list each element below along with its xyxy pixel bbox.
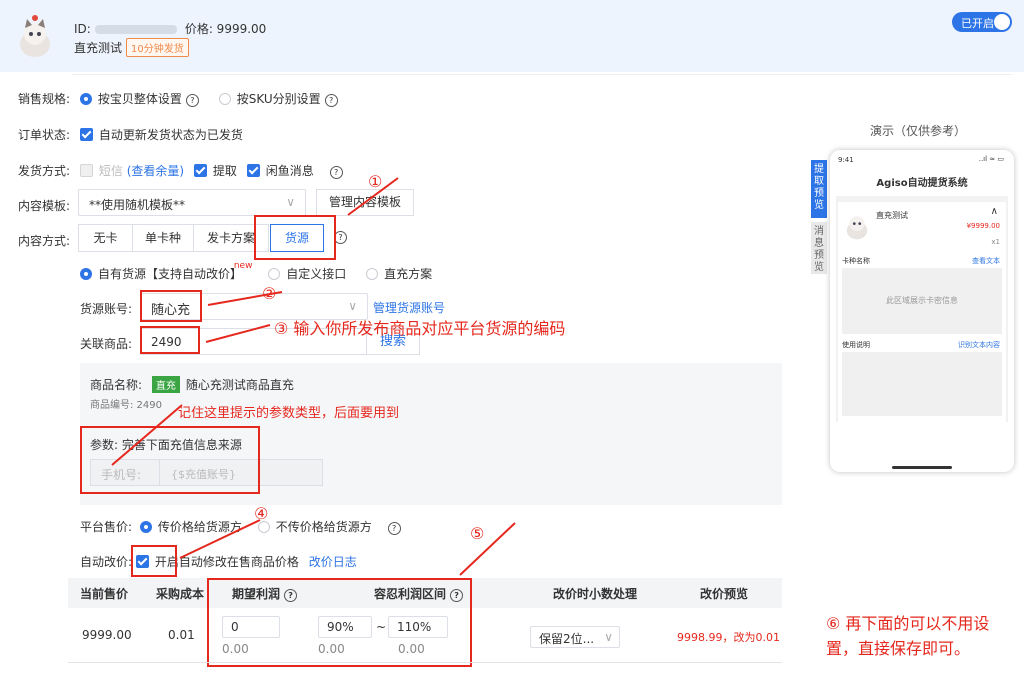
auto-price-row: 自动改价: 开启自动修改在售商品价格 改价日志 (80, 555, 357, 569)
annotation-5: ⑤ (470, 524, 485, 543)
chevron-up-icon[interactable]: ∧ (991, 206, 998, 217)
cat-avatar-icon (846, 216, 868, 240)
direct-tag: 直充 (151, 376, 180, 393)
help-icon[interactable]: ? (185, 94, 199, 107)
annotation-1: ① (368, 172, 383, 191)
enable-toggle[interactable]: 已开启 (952, 12, 1012, 32)
goods-no: 商品编号: 2490 (90, 400, 162, 411)
ship-time-badge: 10分钟发货 (126, 38, 189, 57)
usage-area (842, 352, 1002, 416)
row-divider (68, 662, 782, 663)
tab-no-card[interactable]: 无卡 (78, 224, 133, 252)
check-balance-link[interactable]: (查看余量) (127, 164, 184, 178)
home-indicator (892, 466, 952, 469)
tab-single-card[interactable]: 单卡种 (132, 224, 194, 252)
phone-preview: 9:41 ..ıl ≈ ▭ Agiso自动提货系统 直充测试 ∧ ¥9999.0… (830, 150, 1014, 472)
price-log-link[interactable]: 改价日志 (309, 555, 357, 569)
chevron-down-icon: ∨ (348, 299, 357, 313)
source-type-row: 自有货源【支持自动改价】 new 自定义接口 直充方案 (80, 261, 432, 282)
xianyu-checkbox[interactable]: 闲鱼消息 (246, 164, 314, 178)
help-icon[interactable]: ? (329, 166, 343, 179)
annotation-3: ③ 输入你所发布商品对应平台货源的编码 (274, 319, 566, 338)
cell-cost: 0.01 (168, 628, 195, 642)
annotation-4: ④ (254, 504, 269, 523)
highlight-box-2 (140, 290, 202, 322)
highlight-box-params (80, 426, 260, 494)
tab-message-preview[interactable]: 消息预览 (811, 222, 827, 274)
own-source-radio[interactable]: 自有货源【支持自动改价】 (80, 267, 242, 281)
help-icon[interactable]: ? (324, 94, 338, 107)
annotation-remember: 记住这里提示的参数类型，后面要用到 (178, 406, 400, 421)
decimal-select[interactable]: 保留2位... ∨ (530, 626, 620, 648)
cell-preview: 9998.99，改为0.01 (677, 631, 780, 644)
template-select[interactable]: **使用随机模板** ∨ (78, 189, 306, 216)
app-title: Agiso自动提货系统 (876, 178, 968, 189)
ship-method-row: 发货方式: 短信 (查看余量) 提取 闲鱼消息 ? (18, 162, 343, 179)
manage-account-link[interactable]: 管理货源账号 (373, 299, 445, 316)
platform-price-row: 平台售价: 传价格给货源方 不传价格给货源方 ? (80, 518, 401, 535)
annotation-2: ② (262, 284, 277, 303)
direct-plan-radio[interactable]: 直充方案 (366, 267, 432, 281)
annotation-6: ⑥ 再下面的可以不用设 置，直接保存即可。 (826, 614, 990, 658)
chevron-down-icon: ∨ (604, 630, 613, 644)
highlight-box-5 (207, 578, 472, 667)
account-label: 货源账号: (80, 302, 133, 316)
status-icons: ..ıl ≈ ▭ (978, 155, 1004, 163)
preview-card: 直充测试 ∧ ¥9999.00 x1 卡种名称 查看文本 此区域展示卡密信息 使… (838, 202, 1006, 422)
help-icon[interactable]: ? (387, 522, 401, 535)
new-badge: new (233, 261, 253, 271)
highlight-box-1 (254, 215, 336, 260)
auto-update-checkbox[interactable]: 自动更新发货状态为已发货 (79, 128, 243, 142)
th-preview: 改价预览 (700, 587, 749, 601)
card-info-area: 此区域展示卡密信息 (842, 268, 1002, 334)
custom-api-radio[interactable]: 自定义接口 (268, 267, 346, 281)
sale-spec-row: 销售规格: 按宝贝整体设置? 按SKU分别设置? (18, 90, 338, 107)
product-name: 直充测试 10分钟发货 (74, 38, 189, 57)
cat-avatar-icon (20, 15, 50, 57)
manage-template-button[interactable]: 管理内容模板 (316, 189, 414, 216)
order-status-row: 订单状态: 自动更新发货状态为已发货 (18, 128, 243, 142)
th-cost: 采购成本 (156, 587, 205, 601)
sms-checkbox[interactable]: 短信 (79, 164, 123, 178)
pass-price-radio[interactable]: 传价格给货源方 (139, 520, 242, 534)
divider (72, 74, 1012, 75)
preview-title: 演示（仅供参考） (870, 124, 967, 138)
goods-name-row: 商品名称: 直充 随心充测试商品直充 (90, 376, 294, 393)
chevron-down-icon: ∨ (286, 195, 295, 209)
linked-label: 关联商品: (80, 337, 133, 351)
highlight-box-4 (131, 545, 177, 577)
spec-whole-radio[interactable]: 按宝贝整体设置 (79, 92, 182, 106)
template-label: 内容模板: (18, 199, 71, 213)
pickup-checkbox[interactable]: 提取 (193, 164, 237, 178)
tab-pickup-preview[interactable]: 提取预览 (811, 160, 827, 218)
highlight-box-3 (140, 326, 200, 354)
th-decimal: 改价时小数处理 (553, 587, 638, 601)
content-method-label: 内容方式: (18, 234, 71, 248)
cell-price: 9999.00 (82, 628, 132, 642)
recognize-text-link[interactable]: 识别文本内容 (958, 340, 1000, 350)
view-text-link[interactable]: 查看文本 (972, 256, 1000, 266)
spec-sku-radio[interactable]: 按SKU分别设置 (218, 92, 321, 106)
th-price: 当前售价 (80, 587, 129, 601)
product-id: ID: 价格: 9999.00 (74, 22, 267, 36)
no-pass-price-radio[interactable]: 不传价格给货源方 (257, 520, 372, 534)
